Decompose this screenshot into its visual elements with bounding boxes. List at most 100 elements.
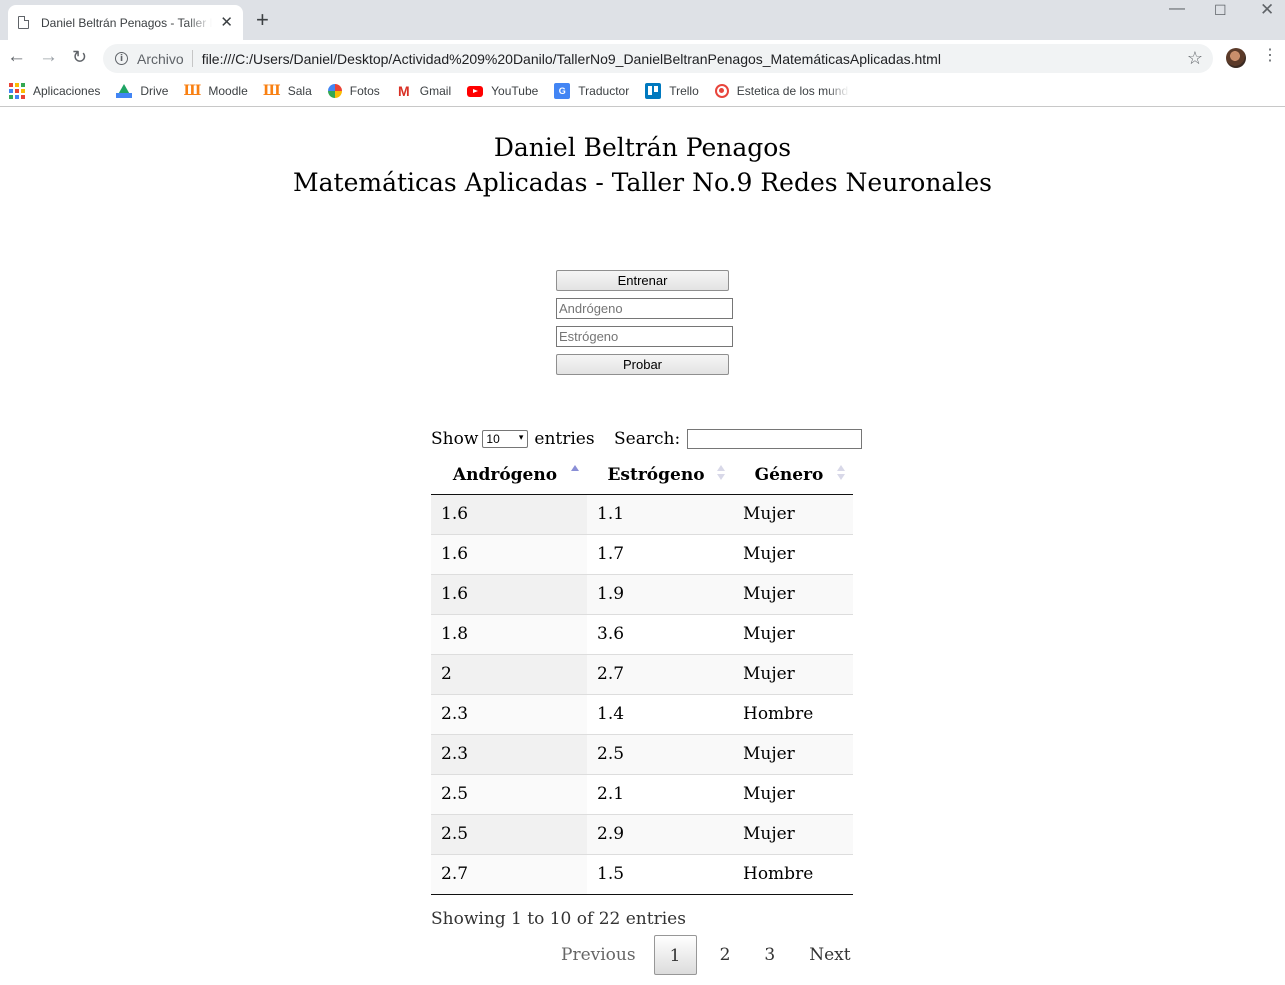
column-header-genero[interactable]: Género bbox=[733, 456, 853, 495]
address-separator bbox=[191, 50, 193, 67]
cell-estrogeno: 3.6 bbox=[587, 613, 733, 654]
prediction-form: Entrenar Probar bbox=[556, 270, 733, 375]
cell-androgeno: 2.7 bbox=[431, 853, 587, 895]
target-icon bbox=[714, 84, 729, 98]
bookmark-drive[interactable]: Drive bbox=[116, 84, 168, 98]
table-info: Showing 1 to 10 of 22 entries bbox=[431, 908, 686, 929]
cell-estrogeno: 2.9 bbox=[587, 813, 733, 854]
search-input[interactable] bbox=[687, 429, 863, 449]
train-button[interactable]: Entrenar bbox=[556, 270, 729, 291]
bookmark-estetica[interactable]: Estetica de los mundos bbox=[714, 84, 849, 98]
bookmarks-bar: Aplicaciones Drive Ш Moodle Ш Sala Fotos… bbox=[0, 76, 1285, 107]
cell-estrogeno: 1.5 bbox=[587, 853, 733, 895]
page-title-line2: Matemáticas Aplicadas - Taller No.9 Rede… bbox=[293, 168, 992, 197]
page-button-2[interactable]: 2 bbox=[709, 935, 742, 975]
cell-androgeno: 2.3 bbox=[431, 693, 587, 734]
page-button-1[interactable]: 1 bbox=[653, 935, 697, 975]
bookmark-label: Sala bbox=[287, 84, 312, 98]
column-header-androgeno[interactable]: Andrógeno bbox=[431, 456, 587, 495]
url-text[interactable]: file:///C:/Users/Daniel/Desktop/Activida… bbox=[202, 51, 941, 67]
column-header-estrogeno[interactable]: Estrógeno bbox=[587, 456, 733, 495]
maximize-icon[interactable]: ☐ bbox=[1214, 2, 1227, 19]
origin-chip[interactable]: Archivo bbox=[137, 51, 184, 67]
estrogen-input[interactable] bbox=[556, 326, 733, 347]
cell-androgeno: 2.5 bbox=[431, 813, 587, 854]
bookmark-fotos[interactable]: Fotos bbox=[327, 84, 380, 98]
tab-strip: Daniel Beltrán Penagos - Taller No.9 Red… bbox=[0, 0, 1285, 40]
data-table-wrapper: Show 10 ▾ entries Search: Andrógeno Estr… bbox=[431, 426, 863, 975]
cell-estrogeno: 2.1 bbox=[587, 773, 733, 814]
bookmark-label: Aplicaciones bbox=[33, 84, 101, 98]
more-menu-icon[interactable]: ⋮ bbox=[1262, 48, 1278, 64]
cell-estrogeno: 1.7 bbox=[587, 533, 733, 574]
browser-tab[interactable]: Daniel Beltrán Penagos - Taller No.9 Red… bbox=[8, 5, 243, 40]
cell-estrogeno: 2.5 bbox=[587, 733, 733, 774]
google-translate-icon: G bbox=[554, 83, 571, 99]
minimize-icon[interactable]: — bbox=[1169, 0, 1185, 18]
cell-genero: Mujer bbox=[733, 613, 853, 654]
table-row: 1.6 1.7 Mujer bbox=[431, 533, 853, 574]
bookmark-traductor[interactable]: G Traductor bbox=[554, 83, 629, 99]
address-bar[interactable]: i Archivo file:///C:/Users/Daniel/Deskto… bbox=[103, 44, 1213, 73]
table-row: 1.6 1.1 Mujer bbox=[431, 494, 853, 534]
cell-androgeno: 2.5 bbox=[431, 773, 587, 814]
tab-title: Daniel Beltrán Penagos - Taller No.9 Red… bbox=[41, 15, 212, 30]
bookmark-moodle[interactable]: Ш Moodle bbox=[183, 83, 248, 99]
close-tab-icon[interactable]: ✕ bbox=[220, 15, 233, 30]
bookmark-label: Traductor bbox=[578, 84, 630, 98]
table-row: 2.5 2.9 Mujer bbox=[431, 813, 853, 854]
cell-genero: Mujer bbox=[733, 813, 853, 854]
google-drive-icon bbox=[116, 84, 133, 98]
cell-androgeno: 1.8 bbox=[431, 613, 587, 654]
reload-icon[interactable]: ↻ bbox=[72, 48, 87, 66]
back-arrow-icon[interactable]: ← bbox=[7, 47, 26, 66]
cell-estrogeno: 1.1 bbox=[597, 504, 625, 524]
bookmark-label: Fotos bbox=[349, 84, 380, 98]
cell-androgeno: 1.6 bbox=[431, 573, 587, 614]
search-label: Search: bbox=[614, 429, 681, 449]
gmail-icon: M bbox=[397, 83, 410, 99]
window-close-icon[interactable]: ✕ bbox=[1260, 0, 1274, 20]
cell-genero: Hombre bbox=[733, 853, 853, 895]
table-header-row: Andrógeno Estrógeno Género bbox=[431, 456, 853, 495]
test-button[interactable]: Probar bbox=[556, 354, 729, 375]
cell-androgeno: 2 bbox=[431, 653, 587, 694]
table-row: 1.6 1.9 Mujer bbox=[431, 573, 853, 614]
cell-estrogeno: 1.4 bbox=[587, 693, 733, 734]
cell-androgeno: 2.3 bbox=[431, 733, 587, 774]
info-icon[interactable]: i bbox=[115, 52, 128, 65]
moodle-icon: Ш bbox=[183, 83, 202, 99]
bookmark-youtube[interactable]: YouTube bbox=[467, 84, 538, 98]
table-row: 1.8 3.6 Mujer bbox=[431, 613, 853, 654]
bookmark-aplicaciones[interactable]: Aplicaciones bbox=[9, 83, 100, 99]
pagination: Previous 1 2 3 Next bbox=[550, 935, 862, 975]
show-label: Show bbox=[431, 429, 479, 449]
cell-androgeno: 1.6 bbox=[431, 533, 587, 574]
page-button-3[interactable]: 3 bbox=[753, 935, 786, 975]
table-row: 2.3 2.5 Mujer bbox=[431, 733, 853, 774]
length-control: Show 10 ▾ entries bbox=[431, 429, 595, 449]
forward-arrow-icon[interactable]: → bbox=[39, 47, 58, 66]
previous-page-button[interactable]: Previous bbox=[550, 935, 647, 975]
chevron-down-icon: ▾ bbox=[518, 432, 524, 442]
new-tab-icon[interactable]: + bbox=[256, 9, 269, 31]
profile-avatar[interactable] bbox=[1226, 48, 1246, 68]
youtube-icon bbox=[467, 85, 484, 97]
trello-icon bbox=[645, 83, 662, 99]
table-row: 2 2.7 Mujer bbox=[431, 653, 853, 694]
page-title-line1: Daniel Beltrán Penagos bbox=[493, 133, 792, 162]
cell-androgeno: 1.6 bbox=[431, 494, 587, 534]
bookmark-gmail[interactable]: M Gmail bbox=[396, 83, 451, 99]
androgen-input[interactable] bbox=[556, 298, 733, 319]
bookmark-trello[interactable]: Trello bbox=[645, 83, 699, 99]
cell-genero: Mujer bbox=[733, 653, 853, 694]
bookmark-label: Drive bbox=[140, 84, 169, 98]
table-row: 2.7 1.5 Hombre bbox=[431, 853, 853, 895]
column-header-label: Género bbox=[754, 464, 824, 485]
cell-genero: Mujer bbox=[733, 573, 853, 614]
cell-estrogeno: 2.7 bbox=[587, 653, 733, 694]
entries-per-page-select[interactable]: 10 ▾ bbox=[482, 430, 529, 448]
bookmark-sala[interactable]: Ш Sala bbox=[263, 83, 312, 99]
bookmark-star-icon[interactable]: ☆ bbox=[1187, 48, 1203, 69]
next-page-button[interactable]: Next bbox=[798, 935, 861, 975]
